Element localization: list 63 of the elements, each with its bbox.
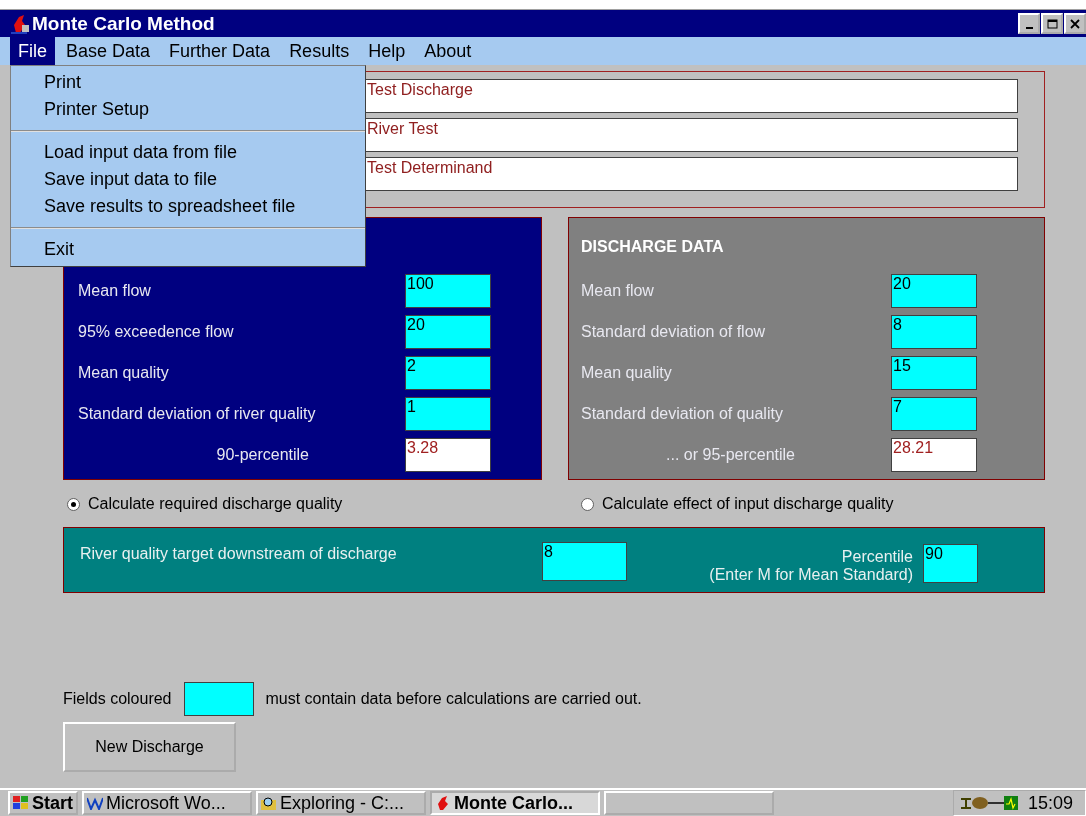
radio-label[interactable]: Calculate required discharge quality	[88, 495, 343, 513]
modem-icon	[971, 797, 988, 809]
maximize-icon	[1046, 18, 1058, 29]
plug-icon	[959, 796, 972, 810]
input-field[interactable]: 20	[405, 315, 491, 349]
minimize-icon	[1025, 26, 1033, 29]
input-field[interactable]: 8	[891, 315, 977, 349]
field-label: 95% exceedence flow	[78, 323, 235, 341]
field-label: Percentile	[841, 548, 913, 566]
menu-item[interactable]: Help	[360, 37, 414, 65]
menu-item[interactable]: Results	[281, 37, 358, 65]
new-discharge-button[interactable]: New Discharge	[63, 722, 236, 772]
start-button[interactable]: Start	[8, 791, 78, 815]
menu-item[interactable]: Save results to spreadsheet file	[11, 194, 365, 221]
document-icon	[87, 796, 103, 810]
minimize-button[interactable]	[1018, 13, 1040, 34]
window-title: Monte Carlo Method	[32, 12, 215, 35]
field-label: Standard deviation of flow	[581, 323, 767, 341]
input-field[interactable]: 3.28	[405, 438, 491, 472]
hint-text: (Enter M for Mean Standard)	[709, 566, 913, 584]
radio-button[interactable]	[581, 497, 594, 511]
app-logo-icon	[435, 795, 451, 811]
field-label: Standard deviation of river quality	[78, 405, 317, 423]
radio-label[interactable]: Calculate effect of input discharge quality	[602, 495, 894, 513]
input-field[interactable]: 90	[923, 544, 978, 583]
menu-item[interactable]: Base Data	[58, 37, 159, 65]
field-label: Standard deviation of quality	[581, 405, 784, 423]
menu-item[interactable]: About	[416, 37, 480, 65]
menu-item[interactable]: Exit	[11, 237, 365, 264]
monitor-icon	[1003, 796, 1018, 810]
input-field[interactable]: 2	[405, 356, 491, 390]
field-label: 90-percentile	[215, 446, 310, 464]
maximize-button[interactable]	[1041, 13, 1063, 34]
field-label: Mean quality	[581, 364, 673, 382]
taskbar-button[interactable]: Monte Carlo...	[430, 791, 600, 815]
close-button[interactable]	[1064, 13, 1086, 34]
clock: 15:09	[1027, 792, 1073, 814]
field-label: Mean flow	[78, 282, 152, 300]
field-label: Mean flow	[581, 282, 655, 300]
field-label: Mean quality	[78, 364, 170, 382]
radio-button[interactable]	[67, 497, 80, 511]
field-label: River quality target downstream of discharge	[80, 545, 398, 563]
legend-text: Fields coloured	[63, 690, 172, 708]
color-swatch	[183, 682, 254, 716]
input-field[interactable]: 7	[891, 397, 977, 431]
input-field[interactable]: 28.21	[891, 438, 977, 472]
app-logo-icon	[10, 12, 30, 35]
legend-text: must contain data before calculations are carried out.	[265, 690, 642, 708]
input-field[interactable]: 100	[405, 274, 491, 308]
windows-logo-icon	[13, 796, 29, 810]
input-field[interactable]: 20	[891, 274, 977, 308]
input-field[interactable]: 15	[891, 356, 977, 390]
cable-icon	[987, 801, 1004, 805]
menu-item[interactable]: File	[10, 37, 55, 65]
field-label: ... or 95-percentile	[665, 446, 796, 464]
close-icon	[1070, 18, 1080, 29]
menu-item[interactable]: Further Data	[161, 37, 279, 65]
magnifier-folder-icon	[261, 796, 277, 810]
taskbar-button[interactable]: Exploring - C:...	[256, 791, 426, 815]
panel-title: DISCHARGE DATA	[581, 238, 724, 256]
input-field[interactable]: 8	[542, 542, 627, 581]
taskbar-button[interactable]: Microsoft Wo...	[82, 791, 252, 815]
input-field[interactable]: 1	[405, 397, 491, 431]
